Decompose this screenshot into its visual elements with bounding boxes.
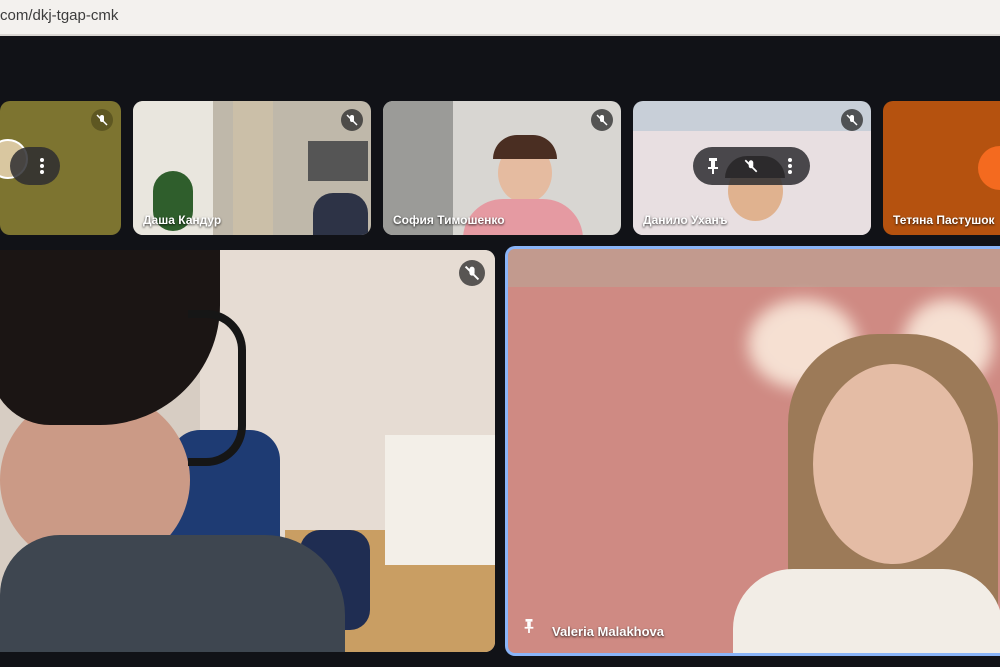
mic-muted-icon <box>341 109 363 131</box>
avatar <box>978 146 1000 190</box>
tile-options-pill[interactable] <box>693 147 810 185</box>
mic-muted-icon <box>91 109 113 131</box>
pin-icon <box>524 619 534 633</box>
wall-tv <box>308 141 368 181</box>
browser-address-bar[interactable]: com/dkj-tgap-cmk <box>0 0 1000 36</box>
mic-muted-icon <box>841 109 863 131</box>
main-video-tile-right[interactable]: Valeria Malakhova <box>505 246 1000 656</box>
participant-name: Даша Кандур <box>143 213 222 227</box>
bookshelf <box>233 101 273 235</box>
participant-tile-4[interactable]: Данило Уханъ <box>633 101 871 235</box>
participant-name: Valeria Malakhova <box>552 624 665 639</box>
participant-name: Тетяна Пастушок <box>893 213 995 227</box>
pin-icon[interactable] <box>705 157 721 175</box>
sweater <box>0 535 345 652</box>
participant-tile-2[interactable]: Даша Кандур <box>133 101 371 235</box>
participant-tile-3[interactable]: София Тимошенко <box>383 101 621 235</box>
participant-tile-5[interactable]: Тетяна Пастушок <box>883 101 1000 235</box>
tile-options-pill[interactable] <box>10 147 60 185</box>
participant-name: Данило Уханъ <box>643 213 728 227</box>
mic-muted-icon <box>591 109 613 131</box>
meeting-stage: Даша Кандур София Тимошенко Данило Уханъ… <box>0 36 1000 667</box>
hair <box>493 135 557 159</box>
face <box>813 364 973 564</box>
url-text[interactable]: com/dkj-tgap-cmk <box>0 7 118 24</box>
mic-muted-icon <box>459 260 485 286</box>
headphones <box>188 310 246 466</box>
participant-tile-1[interactable] <box>0 101 121 235</box>
mic-muted-icon[interactable] <box>743 158 759 174</box>
hair <box>0 250 220 425</box>
person <box>313 193 368 235</box>
participant-name: София Тимошенко <box>393 213 505 227</box>
main-video-tile-left[interactable] <box>0 250 495 652</box>
ceiling <box>508 249 1000 287</box>
sweater <box>733 569 1000 653</box>
nightstand <box>385 435 495 565</box>
